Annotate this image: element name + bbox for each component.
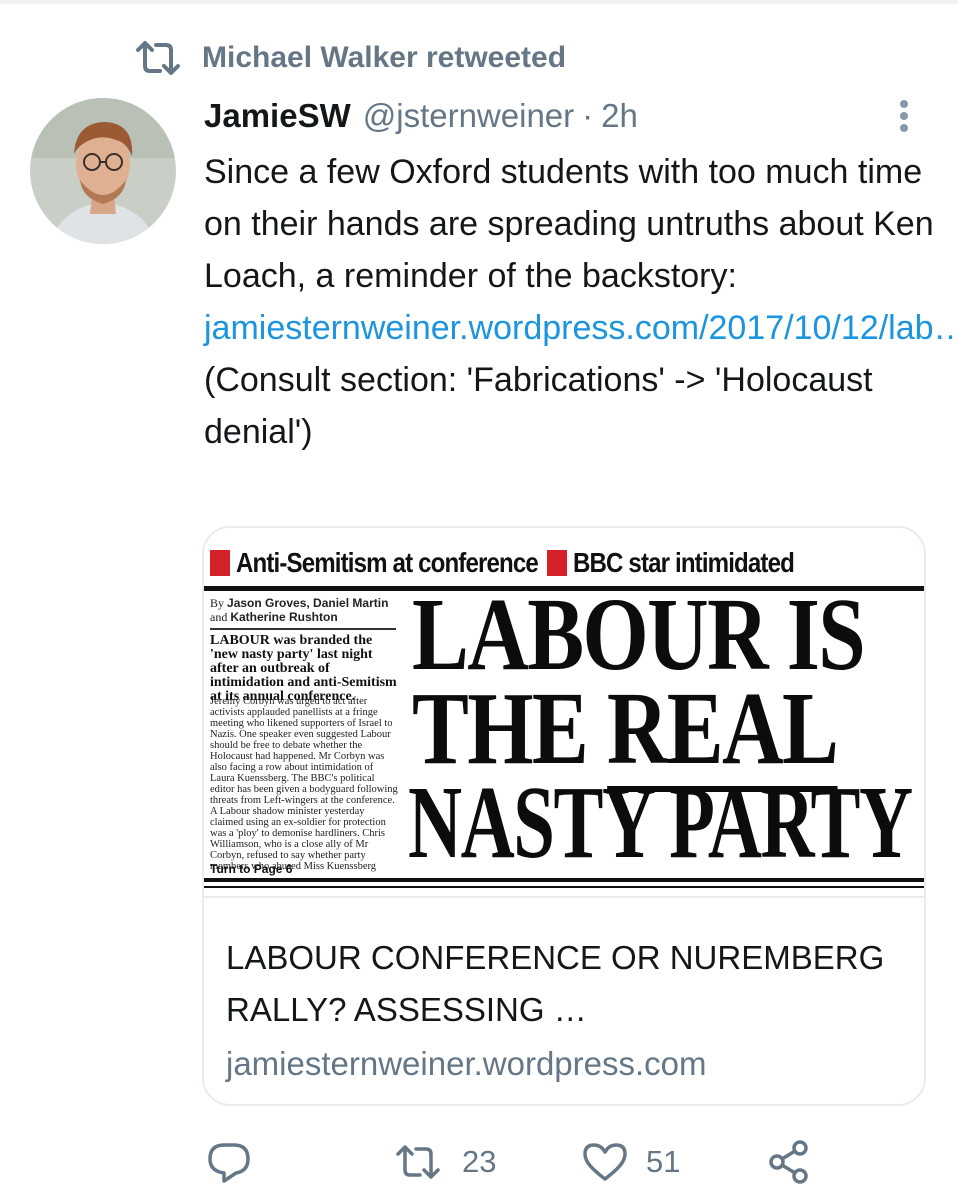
user-handle[interactable]: @jsternweiner	[363, 97, 574, 135]
timestamp[interactable]: 2h	[601, 97, 638, 135]
newspaper-divider	[210, 628, 396, 630]
newspaper-kicker-left: Anti-Semitism at conference	[236, 547, 539, 578]
newspaper-rule	[204, 878, 924, 882]
headline-line: LABOUR IS	[412, 577, 866, 692]
tweet-text-body: Since a few Oxford students with too muc…	[204, 153, 934, 295]
newspaper-body: Jeremy Corbyn was urged to act after act…	[210, 696, 398, 872]
separator-dot: ·	[582, 97, 594, 134]
newspaper-lead: LABOUR was branded the 'new nasty party'…	[210, 633, 397, 704]
kicker-marker	[547, 550, 568, 576]
retweet-icon	[136, 41, 180, 75]
byline-names: Katherine Rushton	[230, 610, 338, 624]
card-image: Anti-Semitism at conference BBC star int…	[204, 528, 924, 898]
display-name[interactable]: JamieSW	[204, 97, 351, 135]
more-options-icon[interactable]	[892, 96, 916, 136]
reply-button[interactable]	[206, 1132, 252, 1192]
byline-prefix: By	[210, 596, 225, 610]
retweet-label: Michael Walker retweeted	[202, 41, 567, 74]
avatar-photo	[30, 98, 176, 244]
kicker-marker	[210, 550, 230, 576]
retweet-count: 23	[462, 1144, 497, 1179]
like-count: 51	[646, 1144, 681, 1179]
reply-icon	[208, 1143, 250, 1183]
avatar[interactable]	[30, 98, 176, 244]
newspaper-byline: By Jason Groves, Daniel Martin and Kathe…	[210, 596, 400, 624]
retweet-button[interactable]: 23	[392, 1132, 496, 1192]
card-domain: jamiesternweiner.wordpress.com	[226, 1045, 707, 1082]
top-divider	[0, 0, 958, 4]
retweet-attribution[interactable]: Michael Walker retweeted	[134, 38, 566, 78]
tweet-header: JamieSW @jsternweiner · 2h	[204, 92, 638, 140]
tweet-text-tail: (Consult section: 'Fabrications' -> 'Hol…	[204, 361, 873, 451]
retweet-icon	[396, 1145, 440, 1179]
newspaper-kicker-right: BBC star intimidated	[573, 547, 795, 578]
headline-line: THE REAL	[412, 671, 839, 792]
card-body: LABOUR CONFERENCE OR NUREMBERG RALLY? AS…	[226, 932, 906, 1090]
byline-names: Jason Groves, Daniel Martin	[227, 596, 389, 610]
newspaper-rule	[204, 886, 924, 888]
tweet-action-bar: 23 51	[0, 1132, 958, 1192]
newspaper-turn: Turn to Page 6	[210, 862, 293, 876]
newspaper-headline: LABOUR IS THE REAL NASTY PARTY	[404, 577, 924, 880]
heart-icon	[583, 1143, 627, 1181]
link-preview-card[interactable]: Anti-Semitism at conference BBC star int…	[202, 526, 926, 1106]
share-icon	[769, 1140, 808, 1184]
tweet-text: Since a few Oxford students with too muc…	[204, 146, 958, 458]
card-title: LABOUR CONFERENCE OR NUREMBERG RALLY? AS…	[226, 939, 885, 1028]
headline-line: NASTY PARTY	[408, 765, 913, 880]
tweet-link[interactable]: jamiesternweiner.wordpress.com/2017/10/1…	[204, 309, 958, 347]
share-button[interactable]	[766, 1132, 812, 1192]
like-button[interactable]: 51	[582, 1132, 680, 1192]
byline-and: and	[210, 610, 228, 624]
